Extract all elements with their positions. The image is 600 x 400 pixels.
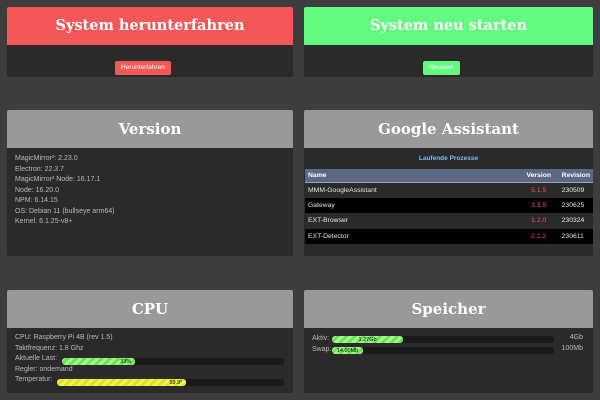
version-title: Version [7, 110, 293, 148]
cpu-card: CPU CPU: Raspberry Pi 4B (rev 1.5) Taktf… [7, 290, 293, 393]
restart-card: System neu starten Neustart [304, 7, 593, 77]
table-row: EXT-Browser 1.2.0 230324 [305, 213, 593, 229]
process-revision: 230509 [558, 182, 593, 199]
memory-swap-bar: 14.00Mb [332, 347, 554, 354]
memory-card: Speicher Aktiv: Swap: 1.27Gb 4Gb 14.00Mb… [304, 290, 593, 393]
cpu-temp-fill: 59.9° [57, 379, 187, 386]
version-kernel: Kernel: 6.1.25-v8+ [15, 218, 73, 225]
memory-active-total: 4Gb [569, 334, 583, 341]
cpu-load-bar: 33% [62, 358, 284, 365]
table-row: Gateway 3.3.5 230625 [305, 198, 593, 214]
version-info: MagicMirror²: 2.23.0 Electron: 22.3.7 Ma… [15, 154, 114, 228]
memory-active-bar: 1.27Gb [332, 336, 554, 343]
cpu-load-fill: 33% [62, 358, 136, 365]
memory-swap-label: Swap: [312, 345, 332, 353]
cpu-frequency: Taktfrequenz: 1.8 Ghz [15, 344, 84, 352]
process-name: EXT-Detector [305, 228, 519, 244]
processes-table: Name Version Revision MMM-GoogleAssistan… [305, 169, 593, 244]
process-version: 1.2.0 [518, 213, 559, 229]
version-card: Version MagicMirror²: 2.23.0 Electron: 2… [7, 110, 293, 256]
cpu-model: CPU: Raspberry Pi 4B (rev 1.5) [15, 334, 113, 341]
restart-title: System neu starten [304, 7, 593, 45]
memory-swap-value: 14.00Mb [336, 347, 359, 354]
memory-active-label: Aktiv: [312, 335, 330, 342]
column-version: Version [518, 169, 559, 183]
memory-active-fill: 1.27Gb [332, 336, 404, 343]
table-header-row: Name Version Revision [305, 169, 593, 183]
column-name: Name [305, 169, 519, 183]
version-mm-node: MagicMirror² Node: 16.17.1 [15, 176, 101, 183]
process-name: EXT-Browser [305, 213, 519, 229]
memory-active-value: 1.27Gb [358, 336, 377, 343]
cpu-load-value: 33% [120, 358, 132, 365]
cpu-temp-value: 59.9° [169, 379, 183, 386]
cpu-title: CPU [7, 290, 293, 328]
process-version: 5.1.5 [518, 182, 559, 199]
memory-swap-total: 100Mb [561, 345, 583, 352]
memory-swap-fill: 14.00Mb [332, 347, 364, 354]
process-name: MMM-GoogleAssistant [305, 182, 519, 199]
table-row: EXT-Detector 2.1.2 230611 [305, 228, 593, 244]
memory-title: Speicher [304, 290, 593, 328]
process-version: 3.3.5 [518, 198, 559, 214]
process-revision: 230611 [558, 228, 593, 244]
version-electron: Electron: 22.3.7 [15, 165, 65, 173]
cpu-governor: Regler: ondemand [15, 365, 73, 373]
shutdown-card: System herunterfahren Herunterfahren [7, 7, 293, 77]
version-node: Node: 16.20.0 [15, 186, 59, 194]
shutdown-title: System herunterfahren [7, 7, 293, 45]
cpu-temp-bar: 59.9° [57, 379, 284, 386]
column-revision: Revision [558, 169, 593, 183]
process-name: Gateway [305, 198, 519, 214]
process-revision: 230324 [558, 213, 593, 229]
process-version: 2.1.2 [518, 228, 559, 244]
table-row: MMM-GoogleAssistant 5.1.5 230509 [305, 182, 593, 199]
version-npm: NPM: 6.14.15 [15, 197, 58, 204]
shutdown-button[interactable]: Herunterfahren [115, 61, 171, 75]
version-magicmirror: MagicMirror²: 2.23.0 [15, 155, 78, 162]
assistant-title: Google Assistant [304, 110, 593, 148]
memory-info: Aktiv: Swap: [312, 334, 331, 355]
version-os: OS: Debian 11 (bullseye arm64) [15, 207, 115, 215]
process-revision: 230625 [558, 198, 593, 214]
processes-subtitle: Laufende Prozesse [418, 155, 479, 162]
restart-button[interactable]: Neustart [423, 61, 460, 75]
